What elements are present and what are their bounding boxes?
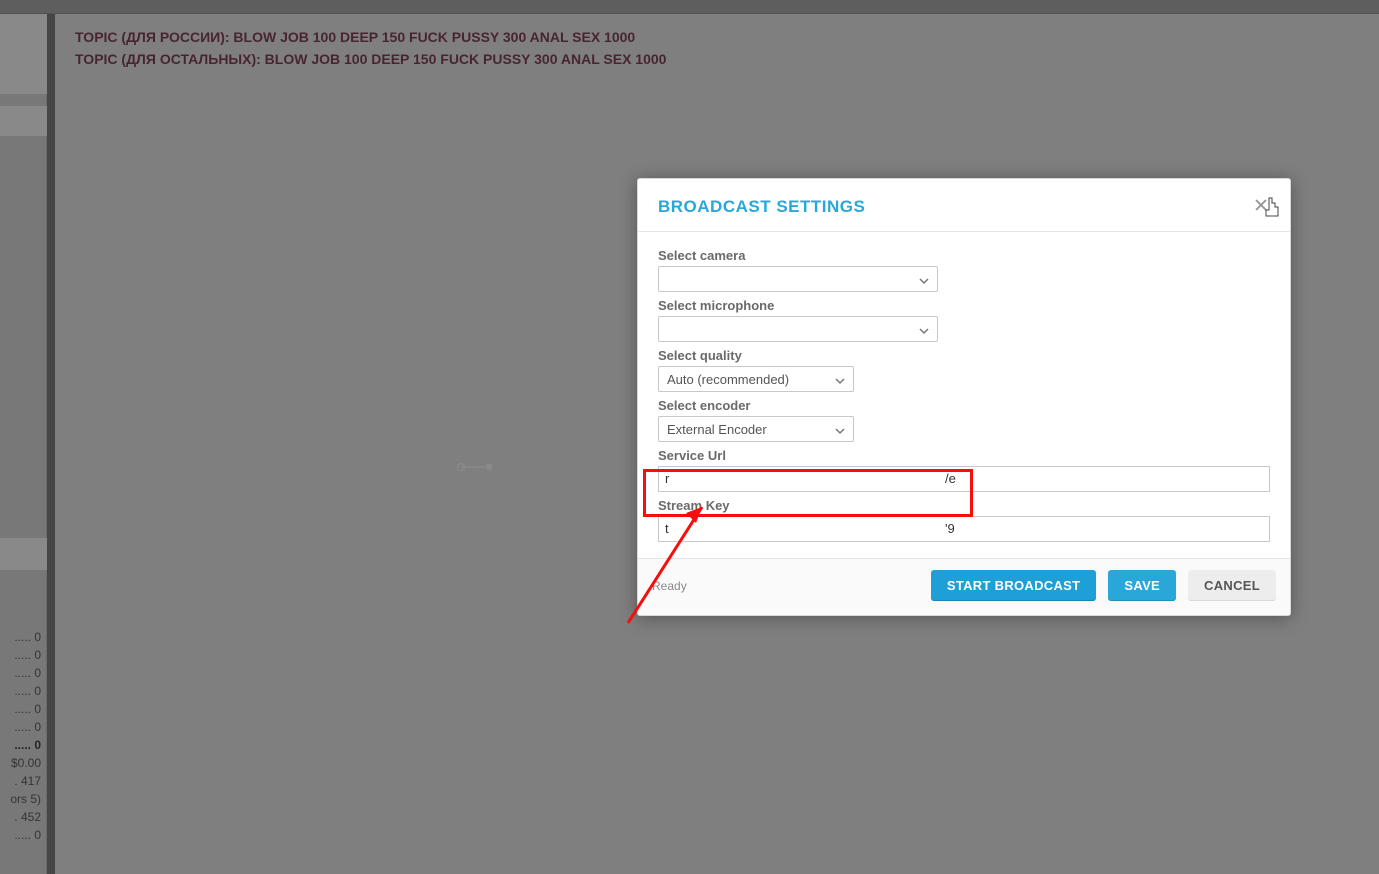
chevron-down-icon [919,274,929,284]
chevron-down-icon [919,324,929,334]
stat-row: ..... 0 [0,628,41,646]
encoder-label: Select encoder [658,398,1270,413]
chevron-down-icon [835,374,845,384]
stat-row: $0.00 [0,754,41,772]
encoder-value: External Encoder [667,422,767,437]
stream-key-input[interactable]: t '9 [658,516,1270,542]
status-text: Ready [652,579,687,593]
topic-banner: TOPIC (ДЛЯ РОССИИ): BLOW JOB 100 DEEP 15… [55,14,1379,82]
microphone-select[interactable] [658,316,938,342]
service-url-input[interactable]: r /e [658,466,1270,492]
topic-line-others: TOPIC (ДЛЯ ОСТАЛЬНЫХ): BLOW JOB 100 DEEP… [75,48,1359,70]
stat-row: ..... 0 [0,700,41,718]
microphone-label: Select microphone [658,298,1270,313]
quality-select[interactable]: Auto (recommended) [658,366,854,392]
quality-label: Select quality [658,348,1270,363]
camera-select[interactable] [658,266,938,292]
stat-row: . 417 [0,772,41,790]
topic-line-russia: TOPIC (ДЛЯ РОССИИ): BLOW JOB 100 DEEP 15… [75,26,1359,48]
start-broadcast-button[interactable]: START BROADCAST [931,570,1097,601]
stat-row: ..... 0 [0,682,41,700]
modal-buttons: START BROADCAST SAVE CANCEL [931,570,1276,601]
stat-row: ..... 0 [0,826,41,844]
stat-row: ..... 0 [0,646,41,664]
stream-key-value-left: t [665,517,669,541]
pointer-cursor-icon [1262,196,1284,220]
stream-key-label: Stream Key [658,498,1270,513]
service-url-value-left: r [665,467,669,491]
quality-value: Auto (recommended) [667,372,789,387]
loading-icon [455,460,495,472]
save-button[interactable]: SAVE [1108,570,1176,601]
stat-row: . 452 [0,808,41,826]
sidebar-stats: ..... 0 ..... 0 ..... 0 ..... 0 ..... 0 … [0,628,47,844]
stat-row: ..... 0 [0,718,41,736]
modal-body: Select camera Select microphone Select q… [638,232,1290,558]
modal-footer: Ready START BROADCAST SAVE CANCEL [638,558,1290,615]
service-url-value-right: /e [945,467,956,491]
modal-title: BROADCAST SETTINGS [658,197,865,217]
stream-key-value-right: '9 [945,517,955,541]
chevron-down-icon [835,424,845,434]
stat-row: ..... 0 [0,736,41,754]
stat-row: ..... 0 [0,664,41,682]
window-topbar [0,0,1379,14]
camera-label: Select camera [658,248,1270,263]
encoder-select[interactable]: External Encoder [658,416,854,442]
modal-header: BROADCAST SETTINGS [638,179,1290,232]
stat-row: ors 5) [0,790,41,808]
cancel-button[interactable]: CANCEL [1188,570,1276,601]
broadcast-settings-modal: BROADCAST SETTINGS Select camera Select … [637,178,1291,616]
service-url-label: Service Url [658,448,1270,463]
